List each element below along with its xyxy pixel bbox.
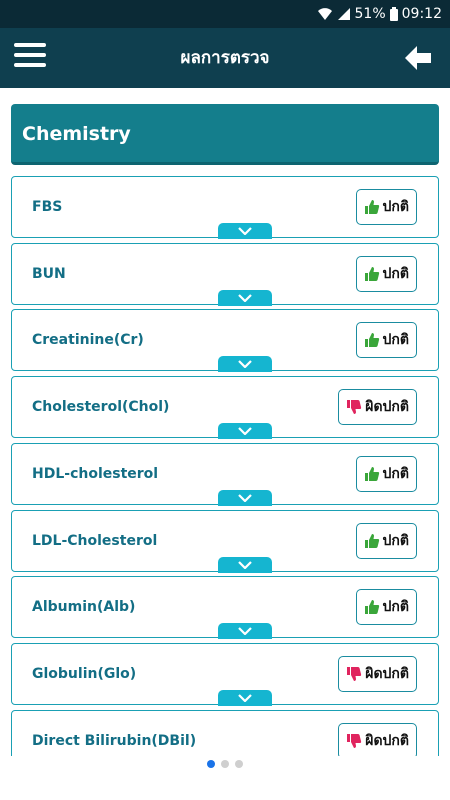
result-card[interactable]: BUN ปกติ	[11, 242, 439, 306]
result-card[interactable]: Direct Bilirubin(DBil) ผิดปกติ	[11, 709, 439, 756]
thumbs-up-icon	[364, 200, 379, 214]
status-label: ปกติ	[382, 332, 409, 349]
chevron-down-icon	[238, 360, 252, 369]
chevron-down-icon	[238, 227, 252, 235]
expand-button[interactable]	[218, 623, 272, 640]
signal-icon	[337, 7, 351, 21]
chevron-down-icon	[238, 560, 252, 569]
clock: 09:12	[401, 6, 442, 22]
result-card[interactable]: HDL-cholesterol ปกติ	[11, 442, 439, 506]
thumbs-up-icon	[364, 600, 379, 615]
result-card[interactable]: FBS ปกติ	[11, 176, 439, 239]
thumbs-up-icon	[364, 266, 379, 281]
app-bar: ผลการตรวจ	[0, 28, 450, 88]
page-title: ผลการตรวจ	[180, 48, 270, 68]
test-name: Creatinine(Cr)	[32, 332, 144, 349]
status-label: ปกติ	[382, 599, 409, 616]
status-bar: 51% 09:12	[0, 0, 450, 28]
arrow-left-icon	[405, 46, 431, 70]
expand-button[interactable]	[218, 556, 272, 573]
chevron-down-icon	[238, 293, 252, 302]
thumbs-down-icon	[347, 733, 362, 748]
test-name: Direct Bilirubin(DBil)	[32, 732, 197, 749]
status-label: ปกติ	[382, 465, 409, 482]
abnormal-status-button[interactable]: ผิดปกติ	[338, 389, 417, 426]
back-button[interactable]	[402, 42, 434, 74]
thumbs-down-icon	[347, 666, 362, 681]
result-card[interactable]: LDL-Cholesterol ปกติ	[11, 509, 439, 573]
normal-status-button[interactable]: ปกติ	[355, 522, 417, 559]
test-result-list: FBS ปกติ BUN ปกติ Creatinine(Cr) ปกติ Choleste…	[11, 176, 439, 756]
expand-button[interactable]	[218, 223, 272, 239]
status-label: ปกติ	[382, 265, 409, 282]
result-card[interactable]: Creatinine(Cr) ปกติ	[11, 309, 439, 373]
result-card[interactable]: Cholesterol(Chol) ผิดปกติ	[11, 376, 439, 440]
chevron-down-icon	[238, 694, 252, 702]
page-indicator	[0, 760, 450, 770]
expand-button[interactable]	[218, 689, 272, 706]
result-card[interactable]: Globulin(Glo) ผิดปกติ	[11, 642, 439, 706]
status-label: ปกติ	[382, 199, 409, 215]
section-header: Chemistry	[11, 104, 439, 165]
test-name: LDL-Cholesterol	[32, 532, 158, 549]
abnormal-status-button[interactable]: ผิดปกติ	[338, 655, 417, 692]
status-label: ผิดปกติ	[365, 732, 409, 749]
section-title: Chemistry	[22, 123, 131, 145]
status-label: ปกติ	[382, 532, 409, 549]
wifi-icon	[317, 7, 333, 21]
expand-button[interactable]	[218, 423, 272, 440]
thumbs-up-icon	[364, 466, 379, 481]
result-card[interactable]: Albumin(Alb) ปกติ	[11, 576, 439, 640]
chevron-down-icon	[238, 627, 252, 636]
test-name: Albumin(Alb)	[32, 599, 136, 616]
page-dot[interactable]	[235, 760, 243, 768]
test-name: Globulin(Glo)	[32, 665, 137, 682]
abnormal-status-button[interactable]: ผิดปกติ	[338, 722, 417, 756]
chevron-down-icon	[238, 494, 252, 502]
test-name: HDL-cholesterol	[32, 465, 159, 482]
page-dot[interactable]	[221, 760, 229, 768]
expand-button[interactable]	[218, 356, 272, 373]
normal-status-button[interactable]: ปกติ	[355, 255, 417, 292]
battery-icon	[389, 7, 398, 21]
status-label: ผิดปกติ	[365, 399, 409, 416]
test-name: Cholesterol(Chol)	[32, 399, 170, 416]
page-dot[interactable]	[207, 760, 215, 768]
normal-status-button[interactable]: ปกติ	[355, 455, 417, 492]
normal-status-button[interactable]: ปกติ	[355, 589, 417, 626]
thumbs-up-icon	[364, 533, 379, 548]
normal-status-button[interactable]: ปกติ	[355, 189, 417, 225]
expand-button[interactable]	[218, 289, 272, 306]
test-name: BUN	[32, 265, 66, 282]
thumbs-down-icon	[347, 400, 362, 415]
test-name: FBS	[32, 199, 63, 215]
battery-percent: 51%	[354, 6, 386, 22]
chevron-down-icon	[238, 427, 252, 436]
normal-status-button[interactable]: ปกติ	[355, 322, 417, 359]
thumbs-up-icon	[364, 333, 379, 348]
status-label: ผิดปกติ	[365, 665, 409, 682]
expand-button[interactable]	[218, 489, 272, 506]
